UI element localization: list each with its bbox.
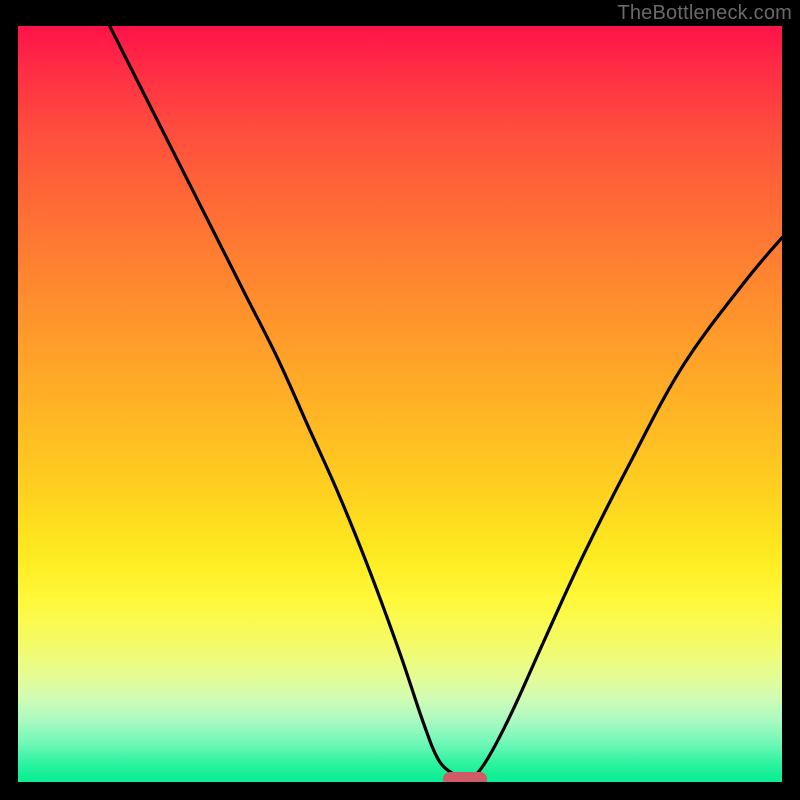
minimum-marker bbox=[443, 772, 487, 782]
chart-frame: TheBottleneck.com bbox=[0, 0, 800, 800]
watermark-text: TheBottleneck.com bbox=[617, 2, 792, 25]
bottleneck-curve bbox=[18, 26, 782, 782]
plot-area bbox=[18, 26, 782, 782]
